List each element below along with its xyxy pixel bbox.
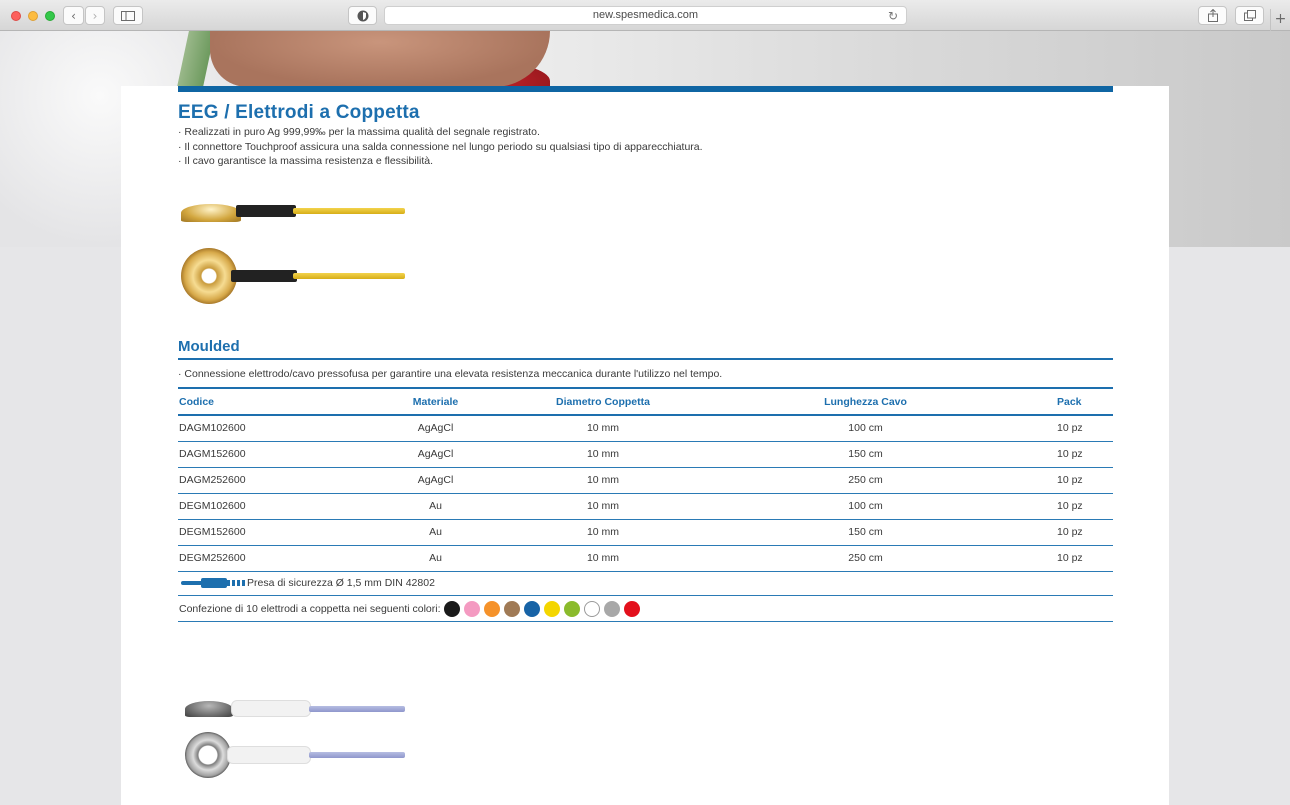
gold-electrode-side-image: [181, 198, 406, 224]
section-description: · Connessione elettrodo/cavo pressofusa …: [178, 368, 723, 380]
share-icon: [1207, 9, 1218, 22]
color-swatch: [543, 600, 560, 617]
table-header-row: Codice Materiale Diametro Coppetta Lungh…: [178, 387, 1113, 416]
maximize-window-button[interactable]: [45, 11, 55, 21]
cell-cable-length: 100 cm: [723, 415, 1008, 442]
cell-material: Au: [388, 519, 483, 546]
color-swatch: [563, 600, 580, 617]
cell-cup-diameter: 10 mm: [483, 493, 723, 520]
column-header-cup-diameter: Diametro Coppetta: [483, 387, 723, 416]
card-accent-bar: [178, 86, 1113, 92]
column-header-cable-length: Lunghezza Cavo: [723, 387, 1008, 416]
address-bar[interactable]: new.spesmedica.com ↻: [384, 6, 907, 25]
column-header-pack: Pack: [1008, 387, 1113, 416]
gold-electrode-top-image: [181, 248, 406, 306]
column-header-material: Materiale: [388, 387, 483, 416]
color-options-label: Confezione di 10 elettrodi a coppetta ne…: [179, 602, 441, 615]
section-title-moulded: Moulded: [178, 338, 240, 355]
forward-button[interactable]: ›: [85, 6, 105, 25]
cell-code: DEGM152600: [178, 519, 388, 546]
feature-item: · Il cavo garantisce la massima resisten…: [178, 155, 434, 167]
cell-cable-length: 100 cm: [723, 493, 1008, 520]
cell-cable-length: 150 cm: [723, 519, 1008, 546]
chevron-left-icon: ‹: [71, 8, 76, 23]
connector-note: Presa di sicurezza Ø 1,5 mm DIN 42802: [247, 576, 435, 589]
hero-hands: [210, 31, 550, 87]
cell-code: DAGM252600: [178, 467, 388, 494]
tabs-icon: [1243, 10, 1256, 21]
table-row: DEGM252600 Au 10 mm 250 cm 10 pz: [178, 545, 1113, 572]
cell-code: DEGM252600: [178, 545, 388, 572]
cell-cup-diameter: 10 mm: [483, 467, 723, 494]
silver-electrode-top-image: [185, 732, 405, 780]
cell-cup-diameter: 10 mm: [483, 545, 723, 572]
color-swatch: [523, 600, 540, 617]
table-row: DAGM102600 AgAgCl 10 mm 100 cm 10 pz: [178, 415, 1113, 442]
color-options-row: Confezione di 10 elettrodi a coppetta ne…: [178, 596, 1113, 622]
minimize-window-button[interactable]: [28, 11, 38, 21]
cell-material: AgAgCl: [388, 415, 483, 442]
shield-icon: [357, 10, 368, 21]
cell-material: AgAgCl: [388, 467, 483, 494]
column-header-code: Codice: [178, 387, 388, 416]
chevron-right-icon: ›: [92, 8, 98, 23]
cell-material: Au: [388, 493, 483, 520]
cell-code: DEGM102600: [178, 493, 388, 520]
cell-code: DAGM102600: [178, 415, 388, 442]
table-row: DAGM252600 AgAgCl 10 mm 250 cm 10 pz: [178, 467, 1113, 494]
privacy-report-button[interactable]: [348, 6, 377, 25]
cell-cup-diameter: 10 mm: [483, 441, 723, 468]
feature-item: · Il connettore Touchproof assicura una …: [178, 140, 703, 153]
cell-material: Au: [388, 545, 483, 572]
cell-material: AgAgCl: [388, 441, 483, 468]
cell-pack: 10 pz: [1008, 467, 1113, 494]
sidebar-icon: [121, 10, 135, 21]
cell-pack: 10 pz: [1008, 519, 1113, 546]
cell-pack: 10 pz: [1008, 415, 1113, 442]
color-swatch: [623, 600, 640, 617]
product-card: EEG / Elettrodi a Coppetta · Realizzati …: [121, 86, 1169, 805]
cell-cup-diameter: 10 mm: [483, 415, 723, 442]
url-text: new.spesmedica.com: [592, 9, 699, 21]
product-spec-table: Codice Materiale Diametro Coppetta Lungh…: [178, 387, 1113, 572]
color-swatch: [443, 600, 460, 617]
reload-icon[interactable]: ↻: [888, 8, 898, 25]
cell-cable-length: 250 cm: [723, 467, 1008, 494]
color-swatch: [503, 600, 520, 617]
silver-electrode-side-image: [185, 697, 405, 721]
browser-toolbar: ‹ › new.spesmedica.com ↻ +: [0, 0, 1290, 31]
sidebar-button[interactable]: [113, 6, 143, 25]
safety-connector-icon: [181, 577, 247, 588]
share-button[interactable]: [1198, 6, 1227, 25]
cell-cable-length: 150 cm: [723, 441, 1008, 468]
color-swatch: [483, 600, 500, 617]
cell-pack: 10 pz: [1008, 441, 1113, 468]
table-row: DEGM102600 Au 10 mm 100 cm 10 pz: [178, 493, 1113, 520]
cell-cup-diameter: 10 mm: [483, 519, 723, 546]
color-swatch: [463, 600, 480, 617]
cell-pack: 10 pz: [1008, 493, 1113, 520]
back-button[interactable]: ‹: [63, 6, 84, 25]
table-row: DAGM152600 AgAgCl 10 mm 150 cm 10 pz: [178, 441, 1113, 468]
feature-item: · Realizzati in puro Ag 999,99‰ per la m…: [178, 126, 540, 138]
color-swatch: [603, 600, 620, 617]
cell-code: DAGM152600: [178, 441, 388, 468]
color-swatches: [443, 600, 644, 617]
tab-overview-button[interactable]: [1235, 6, 1264, 25]
connector-note-row: Presa di sicurezza Ø 1,5 mm DIN 42802: [178, 570, 1113, 596]
cell-pack: 10 pz: [1008, 545, 1113, 572]
feature-list: · Realizzati in puro Ag 999,99‰ per la m…: [178, 125, 703, 169]
page-title: EEG / Elettrodi a Coppetta: [178, 102, 420, 123]
table-row: DEGM152600 Au 10 mm 150 cm 10 pz: [178, 519, 1113, 546]
cell-cable-length: 250 cm: [723, 545, 1008, 572]
section-divider: [178, 358, 1113, 360]
close-window-button[interactable]: [11, 11, 21, 21]
new-tab-button[interactable]: +: [1270, 9, 1290, 31]
color-swatch: [583, 600, 600, 617]
